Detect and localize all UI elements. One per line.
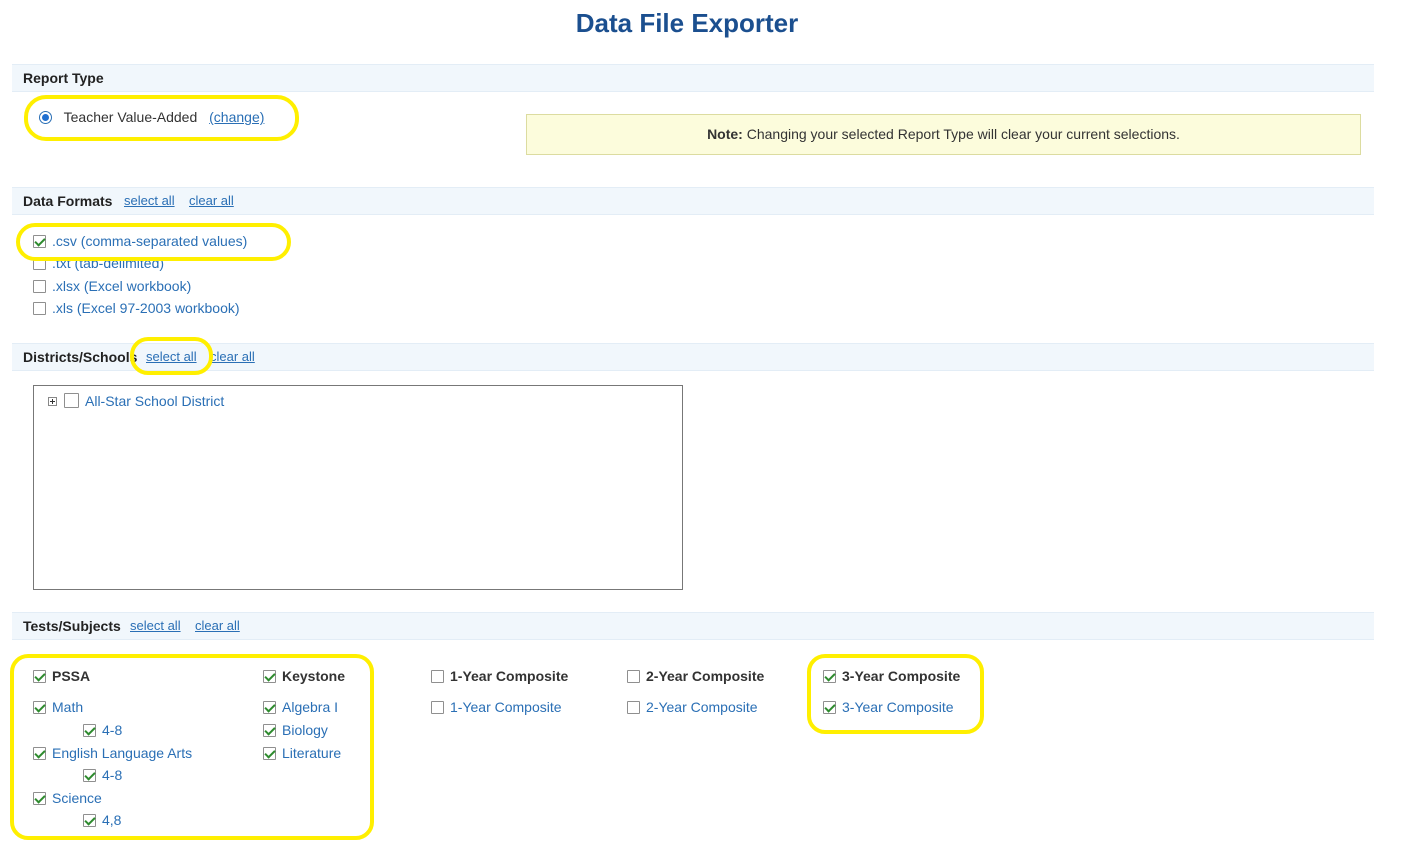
subject-math[interactable]: Math [33,698,83,716]
test-pssa[interactable]: PSSA [33,667,90,685]
checkbox[interactable] [823,670,836,683]
checkbox[interactable] [33,302,46,315]
section-tests: Tests/Subjects select all clear all [12,612,1374,640]
checkbox[interactable] [627,670,640,683]
subject-label: 1-Year Composite [450,699,562,715]
tests-clear-all-link[interactable]: clear all [195,613,240,639]
section-title: Districts/Schools [23,349,138,365]
checkbox[interactable] [33,235,46,248]
checkbox[interactable] [33,280,46,293]
format-label: .xls (Excel 97-2003 workbook) [52,300,240,316]
format-label: .txt (tab-delimited) [52,255,165,271]
subject-label: Algebra I [282,699,339,715]
note-label: Note: [707,126,743,142]
districts-clear-all-link[interactable]: clear all [210,344,255,370]
report-type-label: Teacher Value-Added [63,109,198,125]
checkbox[interactable] [33,670,46,683]
test-label: Keystone [282,668,346,684]
checkbox[interactable] [33,747,46,760]
subject-label: Science [52,790,102,806]
grade-math[interactable]: 4-8 [83,721,122,739]
format-label: .xlsx (Excel workbook) [52,278,192,294]
test-label: PSSA [52,668,91,684]
format-label: .csv (comma-separated values) [52,233,248,249]
districts-select-all-link[interactable]: select all [146,344,197,370]
subject-1-year-composite[interactable]: 1-Year Composite [431,698,562,716]
section-title: Tests/Subjects [23,618,121,634]
subject-ela[interactable]: English Language Arts [33,744,192,762]
report-type-row: Teacher Value-Added (change) [39,108,264,126]
test-label: 2-Year Composite [646,668,765,684]
district-tree[interactable]: All-Star School District [33,385,683,590]
test-3-year-composite[interactable]: 3-Year Composite [823,667,960,685]
format-option-csv[interactable]: .csv (comma-separated values) [33,232,247,250]
subject-label: Literature [282,745,342,761]
subject-algebra[interactable]: Algebra I [263,698,338,716]
checkbox[interactable] [263,724,276,737]
page-title: Data File Exporter [575,8,799,38]
checkbox[interactable] [33,257,46,270]
formats-select-all-link[interactable]: select all [124,188,175,214]
highlight-3-year-composite [807,654,984,734]
format-option-xls[interactable]: .xls (Excel 97-2003 workbook) [33,299,240,317]
section-title: Report Type [23,70,104,86]
subject-label: 3-Year Composite [842,699,954,715]
tests-select-all-link[interactable]: select all [130,613,181,639]
subject-literature[interactable]: Literature [263,744,341,762]
checkbox[interactable] [263,701,276,714]
section-districts: Districts/Schools select all clear all [12,343,1374,371]
checkbox[interactable] [263,747,276,760]
subject-2-year-composite[interactable]: 2-Year Composite [627,698,758,716]
district-label[interactable]: All-Star School District [85,393,224,409]
test-label: 1-Year Composite [450,668,569,684]
checkbox[interactable] [83,769,96,782]
checkbox[interactable] [83,724,96,737]
test-label: 3-Year Composite [842,668,961,684]
checkbox[interactable] [33,792,46,805]
grade-ela[interactable]: 4-8 [83,766,122,784]
checkbox[interactable] [33,701,46,714]
section-title: Data Formats [23,193,113,209]
grade-label: 4-8 [102,767,123,783]
subject-label: Biology [282,722,328,738]
tree-item-district[interactable]: All-Star School District [48,392,224,410]
checkbox[interactable] [431,670,444,683]
report-type-note: Note: Changing your selected Report Type… [526,114,1361,155]
grade-label: 4-8 [102,722,123,738]
checkbox[interactable] [64,393,79,408]
test-2-year-composite[interactable]: 2-Year Composite [627,667,764,685]
subject-label: English Language Arts [52,745,193,761]
checkbox[interactable] [263,670,276,683]
note-text: Changing your selected Report Type will … [742,126,1180,142]
format-option-xlsx[interactable]: .xlsx (Excel workbook) [33,277,191,295]
format-option-txt[interactable]: .txt (tab-delimited) [33,254,164,272]
subject-science[interactable]: Science [33,789,102,807]
subject-label: Math [52,699,84,715]
formats-clear-all-link[interactable]: clear all [189,188,234,214]
checkbox[interactable] [627,701,640,714]
subject-3-year-composite[interactable]: 3-Year Composite [823,698,954,716]
checkbox[interactable] [83,814,96,827]
grade-label: 4,8 [102,812,122,828]
grade-science[interactable]: 4,8 [83,811,121,829]
report-type-radio[interactable] [39,111,52,124]
checkbox[interactable] [823,701,836,714]
test-1-year-composite[interactable]: 1-Year Composite [431,667,568,685]
checkbox[interactable] [431,701,444,714]
section-report-type: Report Type [12,64,1374,92]
section-data-formats: Data Formats select all clear all [12,187,1374,215]
change-report-type-link[interactable]: (change) [209,109,264,125]
subject-biology[interactable]: Biology [263,721,328,739]
subject-label: 2-Year Composite [646,699,758,715]
expand-icon[interactable] [48,397,57,406]
test-keystone[interactable]: Keystone [263,667,345,685]
